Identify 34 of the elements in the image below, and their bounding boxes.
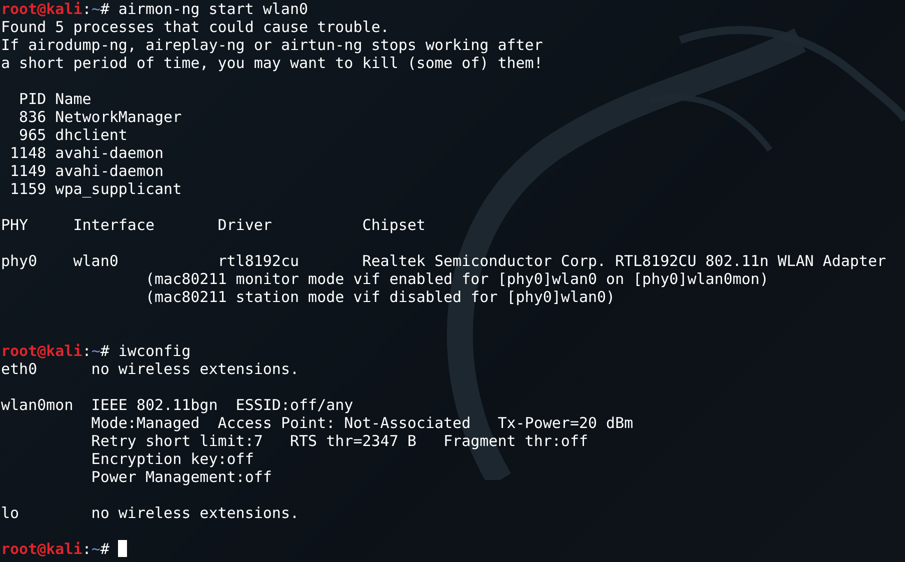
output-line: PID Name (18, 90, 92, 108)
output-line: Power Management:off (90, 468, 272, 486)
prompt-symbol: # (100, 540, 110, 558)
output-line: lo no wireless extensions. (1, 504, 300, 522)
output-line: wlan0mon IEEE 802.11bgn ESSID:off/any (1, 396, 354, 414)
output-line: If airodump-ng, aireplay-ng or airtun-ng stops working after (1, 36, 543, 54)
output-line: Encryption key:off (90, 450, 254, 468)
prompt-directory: ~ (91, 540, 100, 558)
prompt-separator: : (82, 540, 92, 558)
output-line: eth0 no wireless extensions. (1, 360, 300, 378)
output-line: Retry short limit:7 RTS thr=2347 B Fragment thr:off (90, 432, 588, 450)
prompt-symbol: # (100, 0, 110, 18)
output-line: a short period of time, you may want to kill (some of) them! (1, 54, 543, 72)
output-line: Found 5 processes that could cause trouble. (1, 18, 390, 36)
command-text: airmon-ng start wlan0 (118, 0, 308, 18)
prompt-directory: ~ (91, 342, 100, 360)
output-line: PHY Interface Driver Chipset (1, 216, 426, 234)
prompt-user: root@kali (1, 540, 82, 558)
prompt-user: root@kali (1, 342, 82, 360)
output-line: 1159 wpa_supplicant (9, 180, 182, 198)
prompt-separator: : (82, 0, 92, 18)
output-line: phy0 wlan0 rtl8192cu Realtek Semiconductor Corp. RTL8192CU 802.11n WLAN Adapter (1, 252, 886, 270)
command-text: iwconfig (118, 342, 191, 360)
prompt-separator: : (82, 342, 92, 360)
prompt-user: root@kali (1, 0, 82, 18)
output-line: 1149 avahi-daemon (9, 162, 164, 180)
output-line: (mac80211 station mode vif disabled for [phy0]wlan0) (144, 288, 616, 306)
output-line: 1148 avahi-daemon (9, 144, 164, 162)
output-line: 836 NetworkManager (18, 108, 182, 126)
output-line: 965 dhclient (18, 126, 128, 144)
prompt-symbol: # (100, 342, 110, 360)
output-line: Mode:Managed Access Point: Not-Associated Tx-Power=20 dBm (90, 414, 634, 432)
prompt-directory: ~ (91, 0, 100, 18)
output-line: (mac80211 monitor mode vif enabled for [phy0]wlan0 on [phy0]wlan0mon) (144, 270, 769, 288)
